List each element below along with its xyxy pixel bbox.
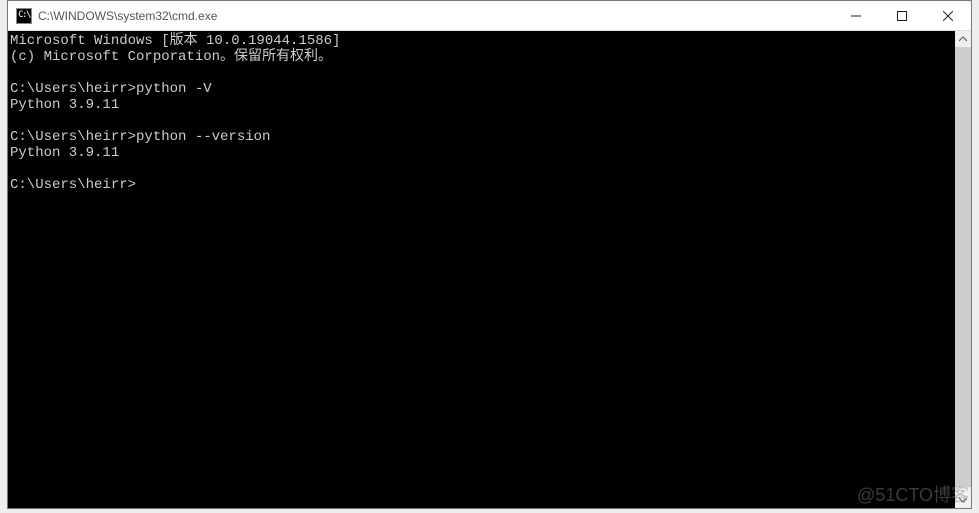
close-button[interactable]	[925, 1, 971, 30]
scroll-up-button[interactable]	[955, 31, 971, 47]
maximize-button[interactable]	[879, 1, 925, 30]
terminal-line: C:\Users\heirr>python --version	[10, 129, 955, 145]
terminal-line: Microsoft Windows [版本 10.0.19044.1586]	[10, 33, 955, 49]
cmd-window: C:\ C:\WINDOWS\system32\cmd.exe Microsof…	[7, 0, 972, 509]
chevron-down-icon	[959, 496, 967, 504]
terminal-line: C:\Users\heirr>python -V	[10, 81, 955, 97]
terminal-output[interactable]: Microsoft Windows [版本 10.0.19044.1586](c…	[8, 31, 955, 508]
terminal-line	[10, 161, 955, 177]
terminal-line	[10, 113, 955, 129]
minimize-button[interactable]	[833, 1, 879, 30]
maximize-icon	[897, 11, 907, 21]
terminal-line: C:\Users\heirr>	[10, 177, 955, 193]
minimize-icon	[851, 11, 861, 21]
chevron-up-icon	[959, 35, 967, 43]
window-controls	[833, 1, 971, 30]
app-icon: C:\	[16, 8, 32, 24]
scroll-thumb[interactable]	[955, 47, 971, 487]
titlebar[interactable]: C:\ C:\WINDOWS\system32\cmd.exe	[8, 1, 971, 31]
client-area: Microsoft Windows [版本 10.0.19044.1586](c…	[8, 31, 971, 508]
terminal-line: Python 3.9.11	[10, 97, 955, 113]
scroll-down-button[interactable]	[955, 492, 971, 508]
terminal-line: (c) Microsoft Corporation。保留所有权利。	[10, 49, 955, 65]
close-icon	[943, 11, 953, 21]
window-title: C:\WINDOWS\system32\cmd.exe	[38, 9, 833, 23]
terminal-line: Python 3.9.11	[10, 145, 955, 161]
terminal-line	[10, 65, 955, 81]
vertical-scrollbar[interactable]	[955, 31, 971, 508]
